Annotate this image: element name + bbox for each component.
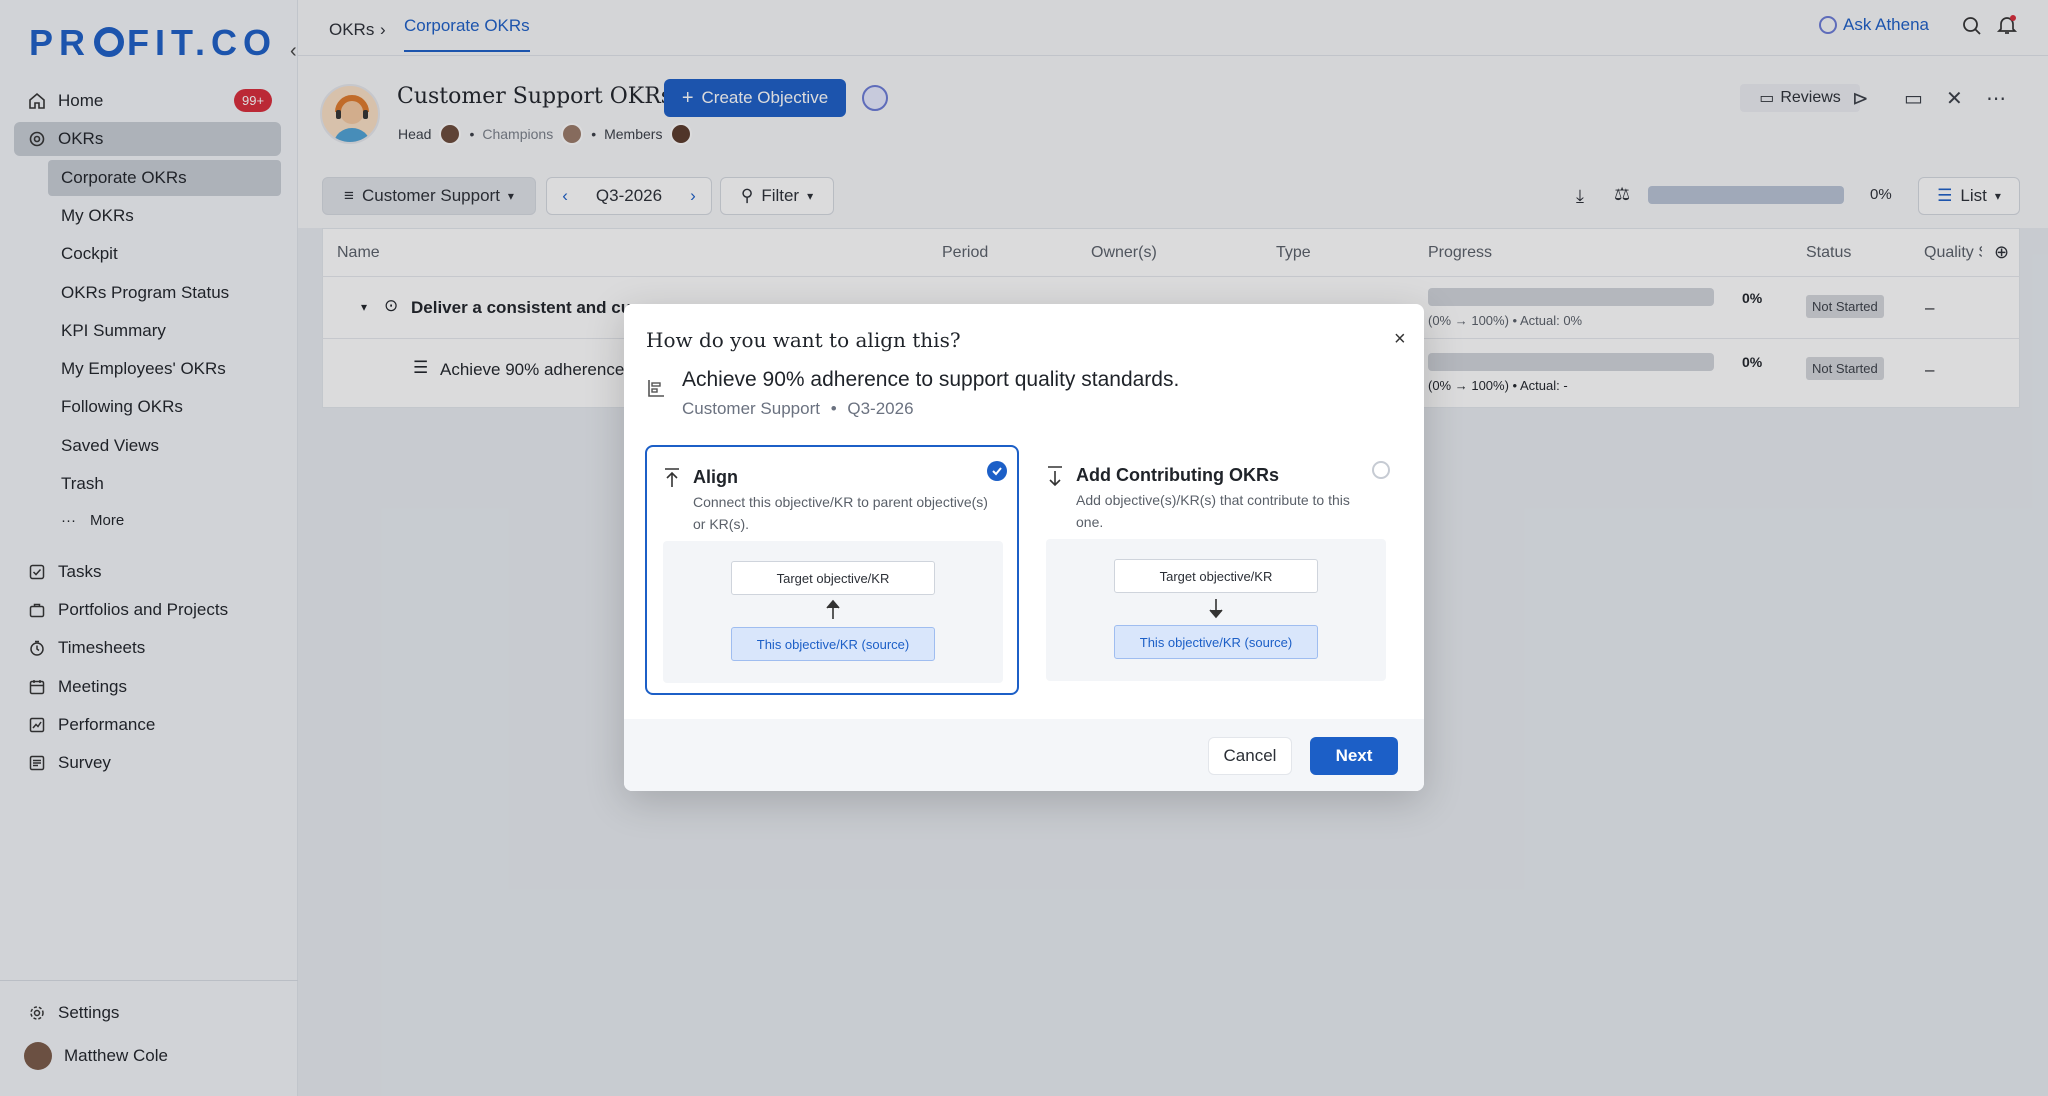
- arrow-up-icon: [663, 467, 681, 494]
- arrow-down-icon: [1208, 597, 1224, 624]
- align-diagram: Target objective/KR This objective/KR (s…: [663, 541, 1003, 683]
- contribute-option-card[interactable]: Add Contributing OKRs Add objective(s)/K…: [1030, 445, 1404, 695]
- diagram-source-box: This objective/KR (source): [731, 627, 935, 661]
- arrow-down-icon: [1046, 465, 1064, 492]
- dialog-object-meta: Customer Support • Q3-2026: [682, 399, 914, 418]
- contribute-diagram: Target objective/KR This objective/KR (s…: [1046, 539, 1386, 681]
- diagram-source-box: This objective/KR (source): [1114, 625, 1318, 659]
- contribute-option-title: Add Contributing OKRs: [1076, 465, 1279, 485]
- radio-button[interactable]: [1372, 461, 1390, 479]
- diagram-target-box: Target objective/KR: [1114, 559, 1318, 593]
- dialog-object-title: Achieve 90% adherence to support quality…: [682, 368, 1180, 391]
- dialog-footer: Cancel Next: [624, 719, 1424, 791]
- next-button[interactable]: Next: [1310, 737, 1398, 775]
- check-icon[interactable]: [987, 461, 1007, 481]
- contribute-option-desc: Add objective(s)/KR(s) that contribute t…: [1076, 492, 1350, 530]
- cancel-button[interactable]: Cancel: [1208, 737, 1292, 775]
- align-option-desc: Connect this objective/KR to parent obje…: [693, 494, 988, 532]
- close-icon[interactable]: ×: [1394, 328, 1406, 351]
- align-option-card[interactable]: Align Connect this objective/KR to paren…: [645, 445, 1019, 695]
- key-result-icon: [646, 378, 666, 403]
- align-option-title: Align: [693, 467, 738, 487]
- arrow-up-icon: [825, 599, 841, 626]
- align-dialog: How do you want to align this? × Achieve…: [624, 304, 1424, 791]
- dialog-title: How do you want to align this?: [646, 328, 961, 352]
- diagram-target-box: Target objective/KR: [731, 561, 935, 595]
